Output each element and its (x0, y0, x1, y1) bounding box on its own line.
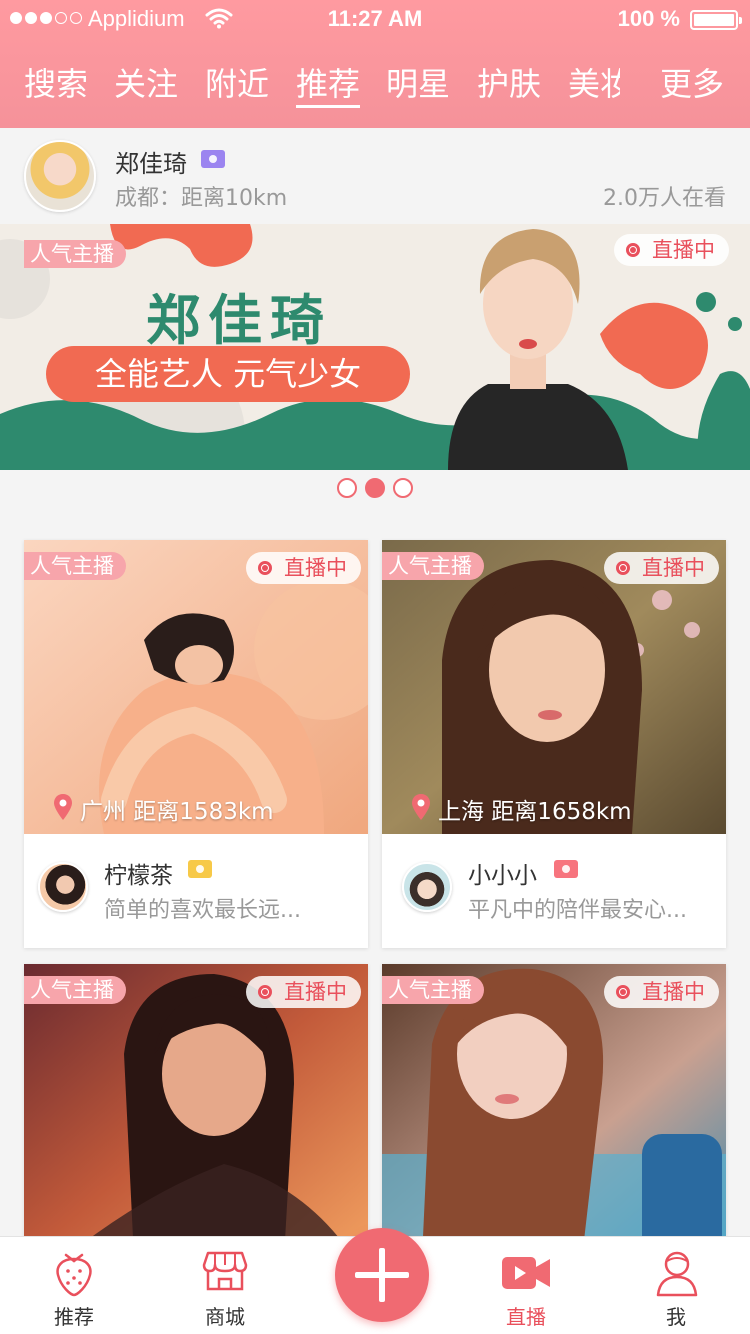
level-badge-icon (554, 860, 578, 878)
anchor-card[interactable]: 人气主播 直播中 (382, 964, 726, 1258)
battery-icon (690, 10, 742, 30)
popular-anchor-tag: 人气主播 (24, 552, 126, 580)
live-label: 直播中 (642, 556, 705, 580)
live-dot-icon (616, 985, 630, 999)
anchor-portrait-image (448, 229, 628, 470)
live-dot-icon (258, 561, 272, 575)
anchor-photo-image (24, 540, 368, 834)
anchor-location: 成都：距离10km (115, 186, 288, 211)
live-label: 直播中 (652, 238, 715, 262)
tab-label: 直播 (506, 1305, 546, 1329)
avatar[interactable] (24, 140, 96, 212)
live-dot-icon (616, 561, 630, 575)
live-badge: 直播中 (246, 552, 361, 584)
app-header: Applidium 11:27 AM 100 % 搜索 关注 附近 推荐 明星 … (0, 0, 750, 128)
avatar[interactable] (38, 862, 88, 912)
banner-pagination (0, 478, 750, 502)
tab-label: 我 (666, 1305, 686, 1329)
nav-item-nearby[interactable]: 附近 (205, 62, 269, 112)
nav-item-follow[interactable]: 关注 (114, 62, 178, 112)
shop-icon (202, 1251, 248, 1291)
anchor-distance: 广州 距离1583km (54, 792, 274, 826)
tab-shop[interactable]: 商城 (175, 1237, 275, 1334)
nav-item-search[interactable]: 搜索 (24, 62, 88, 112)
live-badge: 直播中 (246, 976, 361, 1008)
tab-me[interactable]: 我 (626, 1237, 726, 1334)
popular-anchor-tag: 人气主播 (24, 240, 126, 268)
anchor-photo[interactable]: 人气主播 直播中 (382, 964, 726, 1258)
popular-anchor-tag: 人气主播 (382, 552, 484, 580)
anchor-signature: 平凡中的陪伴最安心... (468, 898, 687, 923)
anchor-photo[interactable]: 人气主播 直播中 广州 距离1583km (24, 540, 368, 834)
anchor-card[interactable]: 人气主播 直播中 上海 距离1658km 小小小 平凡中的陪伴最安心... (382, 540, 726, 948)
pager-dot[interactable] (393, 478, 413, 498)
banner-title: 郑佳琦 (146, 289, 332, 352)
pager-dot[interactable] (337, 478, 357, 498)
banner-slogan: 全能艺人 元气少女 (46, 346, 410, 402)
level-badge-icon (188, 860, 212, 878)
viewer-count: 2.0万人在看 (603, 186, 726, 211)
popular-anchor-tag: 人气主播 (24, 976, 126, 1004)
anchor-card-info: 小小小 平凡中的陪伴最安心... (382, 834, 726, 948)
nav-item-makeup[interactable]: 美妆 (568, 62, 620, 112)
live-badge: 直播中 (614, 234, 729, 266)
popular-anchor-tag: 人气主播 (382, 976, 484, 1004)
tab-label: 商城 (205, 1305, 245, 1329)
tab-label: 推荐 (54, 1305, 94, 1329)
anchor-name: 郑佳琦 (115, 150, 187, 178)
live-dot-icon (626, 243, 640, 257)
distance-label: 广州 距离1583km (80, 799, 274, 825)
tab-recommend[interactable]: 推荐 (24, 1237, 124, 1334)
tab-live[interactable]: 直播 (476, 1237, 576, 1334)
live-badge: 直播中 (604, 552, 719, 584)
featured-banner[interactable]: 人气主播 直播中 郑佳琦 全能艺人 元气少女 (0, 224, 750, 470)
anchor-name: 柠檬茶 (104, 863, 173, 889)
distance-label: 上海 距离1658km (438, 799, 632, 825)
anchor-card-info: 柠檬茶 简单的喜欢最长远... (24, 834, 368, 948)
anchor-photo[interactable]: 人气主播 直播中 上海 距离1658km (382, 540, 726, 834)
live-label: 直播中 (284, 556, 347, 580)
featured-anchor[interactable]: 郑佳琦 成都：距离10km 2.0万人在看 (0, 128, 750, 224)
pager-dot-active[interactable] (365, 478, 385, 498)
anchor-distance: 上海 距离1658km (412, 792, 632, 826)
anchor-photo-image (382, 964, 726, 1258)
location-pin-icon (412, 794, 430, 820)
nav-item-skincare[interactable]: 护肤 (477, 62, 541, 112)
nav-item-makeup-clip: 美妆 (568, 62, 620, 112)
anchor-photo-image (24, 964, 368, 1258)
anchor-photo-image (382, 540, 726, 834)
person-icon (656, 1251, 698, 1297)
live-label: 直播中 (284, 980, 347, 1004)
avatar[interactable] (402, 862, 452, 912)
category-nav: 搜索 关注 附近 推荐 明星 护肤 美妆 更多 (0, 62, 750, 112)
live-dot-icon (258, 985, 272, 999)
anchor-signature: 简单的喜欢最长远... (104, 898, 301, 923)
strawberry-icon (56, 1253, 92, 1297)
anchor-name: 小小小 (468, 863, 537, 889)
nav-item-more[interactable]: 更多 (660, 62, 724, 112)
live-label: 直播中 (642, 980, 705, 1004)
anchor-card[interactable]: 人气主播 直播中 广州 距离1583km 柠檬茶 简单的喜欢最长远... (24, 540, 368, 948)
anchor-card[interactable]: 人气主播 直播中 (24, 964, 368, 1258)
battery-percent: 100 % (617, 6, 680, 31)
level-badge-icon (201, 150, 225, 168)
live-badge: 直播中 (604, 976, 719, 1008)
anchor-photo[interactable]: 人气主播 直播中 (24, 964, 368, 1258)
location-pin-icon (54, 794, 72, 820)
nav-item-stars[interactable]: 明星 (386, 62, 450, 112)
status-bar: Applidium 11:27 AM 100 % (0, 0, 750, 40)
plus-icon[interactable] (335, 1228, 429, 1322)
video-camera-icon (502, 1257, 550, 1289)
nav-item-recommend[interactable]: 推荐 (296, 62, 361, 112)
